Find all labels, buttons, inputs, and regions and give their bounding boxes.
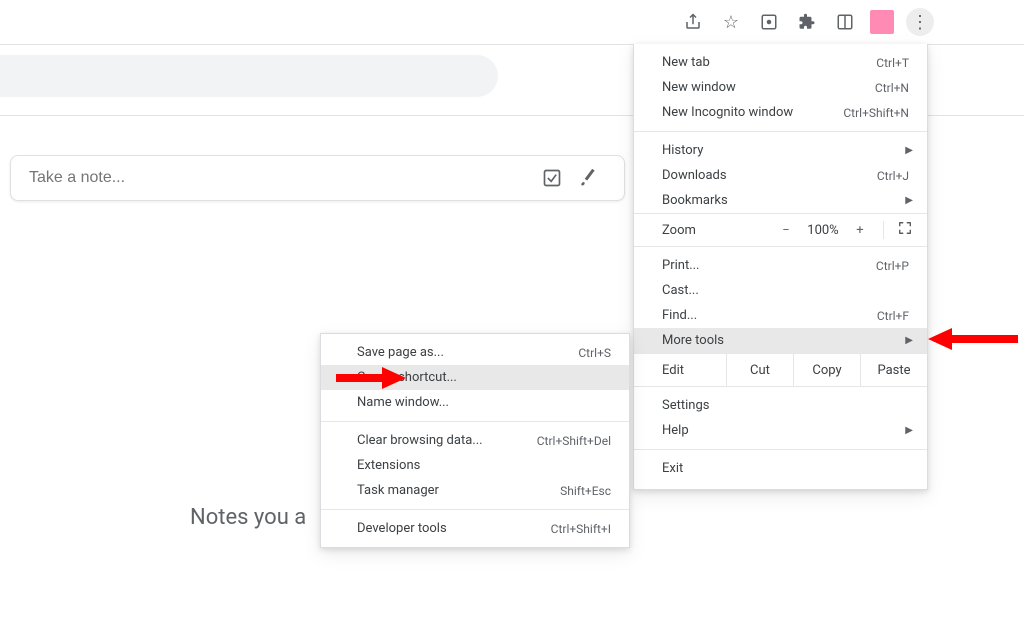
menu-label: Downloads <box>662 168 877 183</box>
reader-icon[interactable] <box>832 9 858 35</box>
zoom-value: 100% <box>801 223 845 238</box>
submenu-item-create-shortcut[interactable]: Create shortcut... <box>321 365 629 390</box>
copy-button[interactable]: Copy <box>793 354 860 386</box>
menu-label: Extensions <box>357 458 611 473</box>
submenu-item-devtools[interactable]: Developer tools Ctrl+Shift+I <box>321 516 629 541</box>
menu-item-print[interactable]: Print... Ctrl+P <box>634 253 927 278</box>
menu-separator <box>321 509 629 510</box>
submenu-item-task-manager[interactable]: Task manager Shift+Esc <box>321 478 629 503</box>
menu-item-history[interactable]: History ▶ <box>634 138 927 163</box>
menu-label: Clear browsing data... <box>357 433 537 448</box>
submenu-item-clear-data[interactable]: Clear browsing data... Ctrl+Shift+Del <box>321 428 629 453</box>
menu-item-more-tools[interactable]: More tools ▶ <box>634 328 927 353</box>
chevron-right-icon: ▶ <box>905 425 913 436</box>
menu-label: New tab <box>662 55 876 70</box>
menu-item-cast[interactable]: Cast... <box>634 278 927 303</box>
menu-label: Print... <box>662 258 876 273</box>
menu-shortcut: Ctrl+F <box>877 309 909 323</box>
chevron-right-icon: ▶ <box>905 145 913 156</box>
menu-label: New window <box>662 80 875 95</box>
paste-button[interactable]: Paste <box>860 354 927 386</box>
chevron-right-icon: ▶ <box>905 335 913 346</box>
menu-shortcut: Ctrl+S <box>578 346 611 360</box>
menu-item-find[interactable]: Find... Ctrl+F <box>634 303 927 328</box>
menu-separator <box>634 131 927 132</box>
menu-separator <box>321 421 629 422</box>
menu-item-settings[interactable]: Settings <box>634 393 927 418</box>
menu-item-incognito[interactable]: New Incognito window Ctrl+Shift+N <box>634 100 927 125</box>
menu-label: Help <box>662 423 909 438</box>
zoom-in-button[interactable]: + <box>845 223 875 238</box>
apps-icon[interactable] <box>756 9 782 35</box>
menu-label: New Incognito window <box>662 105 843 120</box>
menu-item-bookmarks[interactable]: Bookmarks ▶ <box>634 188 927 213</box>
cut-button[interactable]: Cut <box>726 354 793 386</box>
menu-shortcut: Ctrl+N <box>875 81 909 95</box>
menu-label: Find... <box>662 308 877 323</box>
chevron-right-icon: ▶ <box>905 195 913 206</box>
notes-heading: Notes you a <box>190 505 306 530</box>
fullscreen-icon[interactable] <box>883 221 917 239</box>
take-a-note-input[interactable] <box>29 169 534 187</box>
menu-item-downloads[interactable]: Downloads Ctrl+J <box>634 163 927 188</box>
menu-shortcut: Ctrl+J <box>877 169 909 183</box>
menu-label: History <box>662 143 909 158</box>
keep-note-bar <box>10 155 625 201</box>
checkbox-icon[interactable] <box>534 160 570 196</box>
menu-item-new-tab[interactable]: New tab Ctrl+T <box>634 50 927 75</box>
menu-label: More tools <box>662 333 909 348</box>
menu-shortcut: Ctrl+T <box>876 56 909 70</box>
omnibox-pill[interactable] <box>0 55 498 97</box>
submenu-item-save-page[interactable]: Save page as... Ctrl+S <box>321 340 629 365</box>
submenu-item-extensions[interactable]: Extensions <box>321 453 629 478</box>
puzzle-icon[interactable] <box>794 9 820 35</box>
menu-label: Cast... <box>662 283 909 298</box>
menu-label: Name window... <box>357 395 611 410</box>
menu-item-new-window[interactable]: New window Ctrl+N <box>634 75 927 100</box>
menu-shortcut: Shift+Esc <box>560 484 611 498</box>
profile-avatar[interactable] <box>870 10 894 34</box>
menu-shortcut: Ctrl+P <box>876 259 909 273</box>
menu-shortcut: Ctrl+Shift+Del <box>537 434 611 448</box>
menu-label: Exit <box>662 461 909 476</box>
zoom-label: Zoom <box>662 223 771 238</box>
menu-separator <box>634 449 927 450</box>
submenu-more-tools: Save page as... Ctrl+S Create shortcut..… <box>320 333 630 548</box>
chrome-main-menu: New tab Ctrl+T New window Ctrl+N New Inc… <box>633 44 928 490</box>
menu-shortcut: Ctrl+Shift+I <box>551 522 611 536</box>
edit-label: Edit <box>634 363 726 378</box>
brush-icon[interactable] <box>570 160 606 196</box>
menu-item-exit[interactable]: Exit <box>634 456 927 481</box>
menu-item-zoom: Zoom − 100% + <box>634 213 927 247</box>
menu-label: Task manager <box>357 483 560 498</box>
menu-label: Save page as... <box>357 345 578 360</box>
annotation-arrow-more-tools <box>928 326 1024 352</box>
submenu-item-name-window[interactable]: Name window... <box>321 390 629 415</box>
share-icon[interactable] <box>680 9 706 35</box>
menu-item-edit: Edit Cut Copy Paste <box>634 353 927 387</box>
star-icon[interactable]: ☆ <box>718 9 744 35</box>
kebab-menu-icon[interactable]: ⋮ <box>906 8 934 36</box>
menu-label: Bookmarks <box>662 193 909 208</box>
zoom-out-button[interactable]: − <box>771 223 801 238</box>
chrome-toolbar: ☆ ⋮ <box>0 0 1024 45</box>
menu-label: Developer tools <box>357 521 551 536</box>
menu-label: Settings <box>662 398 909 413</box>
menu-label: Create shortcut... <box>357 370 611 385</box>
menu-item-help[interactable]: Help ▶ <box>634 418 927 443</box>
menu-shortcut: Ctrl+Shift+N <box>843 106 909 120</box>
